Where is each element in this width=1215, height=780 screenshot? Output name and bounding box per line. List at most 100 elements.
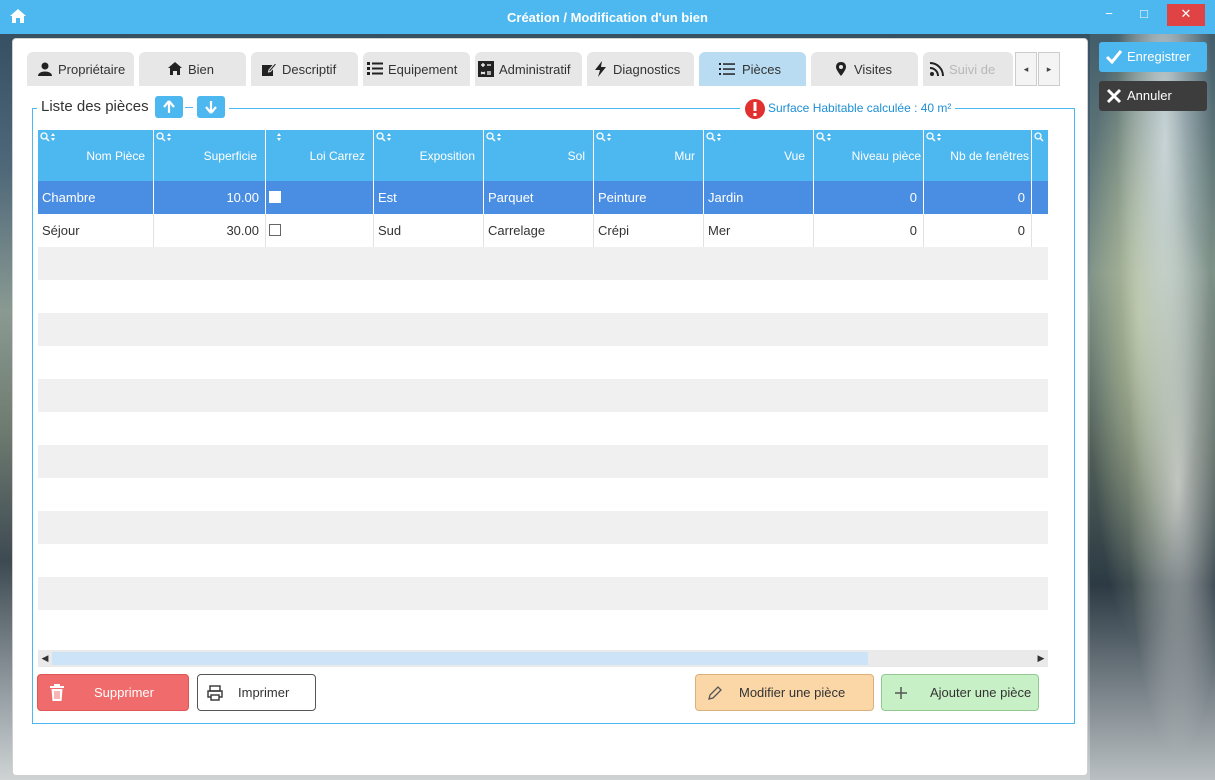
tab-visites[interactable]: Visites bbox=[811, 52, 918, 86]
delete-button[interactable]: Supprimer bbox=[37, 674, 189, 711]
column-header-superficie[interactable]: Superficie bbox=[154, 130, 266, 181]
tab-diagnostics[interactable]: Diagnostics bbox=[587, 52, 694, 86]
cell-niveau: 0 bbox=[814, 181, 924, 214]
arrow-up-icon bbox=[162, 100, 175, 113]
close-button[interactable]: ✕ bbox=[1167, 4, 1205, 26]
tab-label: Visites bbox=[854, 62, 893, 77]
empty-row bbox=[38, 346, 1048, 379]
map-marker-icon bbox=[836, 62, 846, 76]
cell-nom: Séjour bbox=[38, 214, 154, 247]
edit-icon bbox=[262, 62, 277, 76]
scrollbar-thumb[interactable] bbox=[52, 652, 868, 665]
search-sort-icon[interactable] bbox=[40, 132, 58, 143]
scroll-left-icon[interactable]: ◀ bbox=[38, 650, 52, 667]
search-sort-icon[interactable] bbox=[926, 132, 944, 143]
table-header: Nom Pièce Superficie Loi Carrez Expositi… bbox=[38, 130, 1048, 181]
column-header-sol[interactable]: Sol bbox=[484, 130, 594, 181]
cell-niveau: 0 bbox=[814, 214, 924, 247]
cell-loi-carrez bbox=[266, 181, 374, 214]
printer-icon bbox=[207, 685, 223, 701]
move-up-button[interactable] bbox=[154, 96, 183, 118]
search-sort-icon[interactable] bbox=[156, 132, 174, 143]
empty-row bbox=[38, 379, 1048, 412]
table-row[interactable]: Chambre 10.00 Est Parquet Peinture Jardi… bbox=[38, 181, 1048, 214]
tab-descriptif[interactable]: Descriptif bbox=[251, 52, 358, 86]
cell-exposition: Sud bbox=[374, 214, 484, 247]
search-sort-icon[interactable] bbox=[596, 132, 614, 143]
tab-scroll-left-button[interactable]: ◂ bbox=[1015, 52, 1037, 86]
add-room-button[interactable]: Ajouter une pièce bbox=[881, 674, 1039, 711]
column-label: Vue bbox=[784, 149, 805, 163]
column-label: Sol bbox=[567, 149, 585, 163]
search-sort-icon[interactable] bbox=[486, 132, 504, 143]
search-sort-icon[interactable] bbox=[1034, 132, 1048, 143]
table-row[interactable]: Séjour 30.00 Sud Carrelage Crépi Mer 0 0 bbox=[38, 214, 1048, 247]
tab-suivi[interactable]: Suivi de bbox=[923, 52, 1013, 86]
surface-text: Surface Habitable calculée : 40 m² bbox=[768, 101, 952, 115]
search-sort-icon[interactable] bbox=[706, 132, 724, 143]
group-title: Liste des pièces bbox=[37, 96, 229, 120]
tab-label: Pièces bbox=[742, 62, 782, 77]
background-blur bbox=[1090, 0, 1215, 780]
loi-carrez-checkbox[interactable] bbox=[269, 224, 281, 236]
maximize-button[interactable]: □ bbox=[1130, 4, 1158, 26]
column-header-nom-piece[interactable]: Nom Pièce bbox=[38, 130, 154, 181]
cell-vue: Jardin bbox=[704, 181, 814, 214]
tab-pieces[interactable]: Pièces bbox=[699, 52, 806, 86]
cell-loi-carrez bbox=[266, 214, 374, 247]
column-header-exposition[interactable]: Exposition bbox=[374, 130, 484, 181]
column-header-niveau-piece[interactable]: Niveau pièce bbox=[814, 130, 924, 181]
tab-label: Suivi de bbox=[949, 62, 996, 77]
tab-administratif[interactable]: Administratif bbox=[475, 52, 582, 86]
search-sort-icon[interactable] bbox=[376, 132, 394, 143]
delete-label: Supprimer bbox=[94, 685, 154, 700]
tab-bien[interactable]: Bien bbox=[139, 52, 246, 86]
move-down-button[interactable] bbox=[196, 96, 225, 118]
empty-row bbox=[38, 412, 1048, 445]
pencil-icon bbox=[708, 686, 722, 700]
scroll-right-icon[interactable]: ▶ bbox=[1034, 650, 1048, 667]
column-header-loi-carrez[interactable]: Loi Carrez bbox=[266, 130, 374, 181]
column-header-nb-fenetres[interactable]: Nb de fenêtres bbox=[924, 130, 1032, 181]
bolt-icon bbox=[595, 61, 606, 77]
tab-label: Descriptif bbox=[282, 62, 337, 77]
minimize-button[interactable]: − bbox=[1095, 4, 1123, 26]
column-header-vue[interactable]: Vue bbox=[704, 130, 814, 181]
tab-label: Equipement bbox=[388, 62, 458, 77]
surface-habitable: Surface Habitable calculée : 40 m² bbox=[740, 96, 956, 120]
column-label: Loi Carrez bbox=[309, 149, 365, 163]
column-label: Niveau pièce bbox=[851, 149, 921, 163]
column-label: Superficie bbox=[203, 149, 257, 163]
home-icon bbox=[168, 62, 182, 75]
tab-label: Bien bbox=[188, 62, 215, 77]
loi-carrez-checkbox[interactable] bbox=[269, 191, 281, 203]
column-header-more[interactable] bbox=[1032, 130, 1048, 181]
cell-fenetres: 0 bbox=[924, 181, 1032, 214]
cell-sol: Parquet bbox=[484, 181, 594, 214]
horizontal-scrollbar[interactable]: ◀ ▶ bbox=[38, 650, 1048, 667]
list-icon bbox=[367, 62, 383, 75]
legend-separator bbox=[184, 106, 193, 108]
trash-icon bbox=[50, 684, 64, 701]
tab-proprietaire[interactable]: Propriétaire bbox=[27, 52, 134, 86]
empty-row bbox=[38, 247, 1048, 280]
modify-label: Modifier une pièce bbox=[739, 685, 846, 700]
arrow-down-icon bbox=[204, 101, 217, 114]
print-button[interactable]: Imprimer bbox=[197, 674, 316, 711]
sort-icon[interactable] bbox=[276, 132, 294, 143]
search-sort-icon[interactable] bbox=[816, 132, 834, 143]
column-header-mur[interactable]: Mur bbox=[594, 130, 704, 181]
modify-room-button[interactable]: Modifier une pièce bbox=[695, 674, 874, 711]
list-icon bbox=[719, 63, 735, 75]
cell-fenetres: 0 bbox=[924, 214, 1032, 247]
main-panel: Propriétaire Bien Descriptif Equipement … bbox=[12, 38, 1088, 776]
empty-row bbox=[38, 577, 1048, 610]
tab-equipement[interactable]: Equipement bbox=[363, 52, 470, 86]
print-label: Imprimer bbox=[238, 685, 290, 700]
group-title-text: Liste des pièces bbox=[41, 98, 149, 115]
user-icon bbox=[38, 62, 52, 76]
tab-scroll-right-button[interactable]: ▸ bbox=[1038, 52, 1060, 86]
empty-row bbox=[38, 511, 1048, 544]
cancel-button[interactable]: Annuler bbox=[1099, 81, 1207, 111]
save-button[interactable]: Enregistrer bbox=[1099, 42, 1207, 72]
